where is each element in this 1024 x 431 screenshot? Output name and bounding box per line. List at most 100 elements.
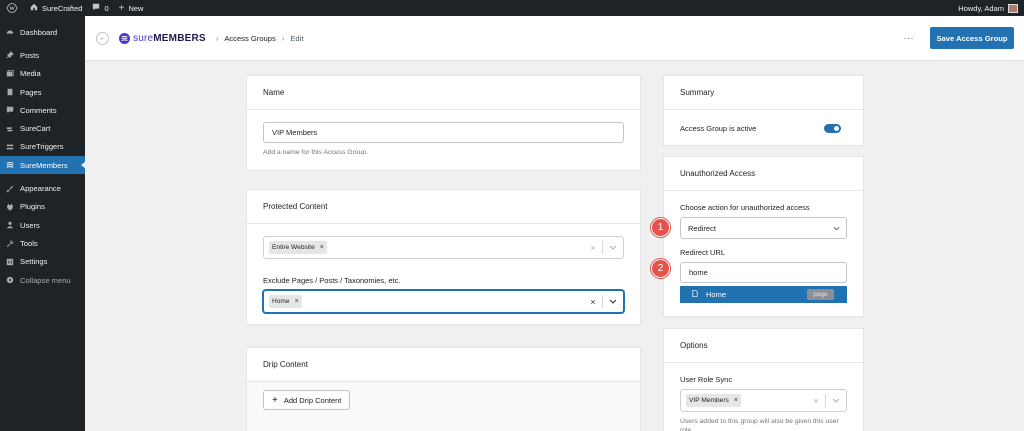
summary-card: Summary Access Group is active [663, 75, 864, 146]
clear-icon[interactable]: × [584, 297, 602, 307]
remove-tag-icon[interactable]: × [734, 397, 738, 404]
options-title: Options [664, 329, 863, 363]
new-content-link[interactable]: + New [119, 3, 144, 14]
role-sync-select[interactable]: VIP Members × × [680, 389, 847, 412]
sidebar-item-users[interactable]: Users [0, 216, 85, 234]
sidebar-item-surecart[interactable]: SureCart [0, 119, 85, 137]
suggestion-label: Home [706, 290, 727, 299]
add-drip-content-label: Add Drip Content [283, 395, 342, 405]
name-help-text: Add a name for this Access Group. [263, 149, 369, 156]
access-group-name-input[interactable]: VIP Members [263, 122, 624, 143]
exclude-tag-label: Home [272, 298, 290, 305]
howdy-text: Howdy, Adam [958, 3, 1004, 13]
admin-bar: W SureCrafted 0 + New Howdy, Adam [0, 0, 1024, 16]
redirect-suggestion-item[interactable]: Home page [680, 286, 847, 303]
suremembers-logo: sureMEMBERS [119, 32, 206, 44]
chevron-down-icon[interactable] [603, 299, 623, 304]
callout-badge: 2 [651, 259, 670, 278]
new-label: New [128, 3, 144, 13]
sidebar-item-suretriggers[interactable]: SureTriggers [0, 138, 85, 156]
role-sync-label: User Role Sync [680, 375, 733, 384]
surecart-icon [6, 125, 14, 133]
add-drip-content-button[interactable]: + Add Drip Content [263, 390, 351, 410]
sidebar-item-label: Users [20, 220, 40, 230]
unauthorized-access-card: Unauthorized Access Choose action for un… [663, 156, 864, 317]
plus-icon: + [118, 2, 125, 14]
clear-icon[interactable]: × [584, 243, 602, 253]
callout-badge: 1 [651, 218, 670, 237]
site-name-link[interactable]: SureCrafted [30, 3, 82, 13]
protected-content-card: Protected Content Entire Website × × Exc… [246, 189, 641, 325]
sidebar-item-label: Posts [20, 50, 39, 60]
comments-link[interactable]: 0 [92, 3, 109, 13]
action-value: Redirect [688, 223, 716, 233]
sidebar-item-appearance[interactable]: Appearance [0, 179, 85, 197]
exclude-label: Exclude Pages / Posts / Taxonomies, etc. [263, 276, 401, 285]
sidebar-item-dashboard[interactable]: Dashboard [0, 23, 85, 41]
sidebar-item-label: SureCart [20, 124, 51, 134]
wordpress-logo-icon[interactable]: W [4, 0, 20, 16]
active-toggle[interactable] [824, 124, 841, 133]
suremembers-logo-icon [119, 32, 130, 44]
exclude-content-select[interactable]: Home × × [263, 290, 624, 313]
account-menu[interactable]: Howdy, Adam [958, 3, 1018, 13]
chevron-down-icon[interactable] [603, 245, 623, 250]
pages-icon [6, 88, 14, 96]
dashboard-icon [6, 28, 14, 36]
sidebar-item-posts[interactable]: Posts [0, 46, 85, 64]
sidebar-item-label: SureTriggers [20, 142, 64, 152]
brush-icon [6, 185, 14, 193]
collapse-menu-button[interactable]: Collapse menu [0, 271, 85, 289]
breadcrumb-current: Edit [290, 33, 304, 43]
pin-icon [6, 51, 14, 59]
settings-icon [6, 258, 14, 266]
sidebar-item-media[interactable]: Media [0, 65, 85, 83]
role-sync-help: Users added to this group will also be g… [680, 418, 839, 431]
sidebar-item-settings[interactable]: Settings [0, 253, 85, 271]
include-content-select[interactable]: Entire Website × × [263, 236, 624, 259]
sidebar-item-plugins[interactable]: Plugins [0, 198, 85, 216]
plugin-icon [6, 203, 14, 211]
sidebar-item-suremembers[interactable]: SureMembers [0, 156, 86, 175]
save-access-group-button[interactable]: Save Access Group [930, 27, 1014, 49]
sidebar-item-label: Appearance [20, 184, 61, 194]
arrow-left-icon: ← [99, 34, 106, 42]
drip-content-card: Drip Content + Add Drip Content [246, 347, 641, 431]
comment-bubble-icon [92, 3, 100, 13]
sidebar-item-comments[interactable]: Comments [0, 101, 85, 119]
sidebar-item-tools[interactable]: Tools [0, 234, 85, 252]
chevron-down-icon[interactable] [826, 398, 846, 403]
avatar [1008, 3, 1018, 13]
clear-icon[interactable]: × [807, 396, 825, 406]
drip-content-title: Drip Content [247, 348, 640, 382]
active-label: Access Group is active [680, 124, 757, 133]
unauthorized-action-select[interactable]: Redirect [680, 217, 847, 239]
remove-tag-icon[interactable]: × [320, 244, 324, 251]
sidebar-item-label: SureMembers [20, 160, 68, 170]
redirect-url-label: Redirect URL [680, 248, 726, 257]
sidebar-item-label: Settings [20, 257, 48, 267]
site-name: SureCrafted [42, 3, 83, 13]
protected-content-title: Protected Content [247, 190, 640, 224]
back-button[interactable]: ← [96, 31, 109, 45]
include-tag-label: Entire Website [272, 244, 315, 251]
plus-icon: + [272, 394, 278, 406]
more-options-icon[interactable]: ··· [904, 33, 915, 43]
role-tag: VIP Members × [686, 394, 741, 407]
suretriggers-icon [6, 143, 14, 151]
action-label: Choose action for unauthorized access [680, 203, 810, 212]
svg-text:W: W [9, 6, 15, 12]
page-header: ← sureMEMBERS › Access Groups › Edit ···… [85, 16, 1024, 61]
redirect-url-input[interactable]: home [680, 262, 847, 283]
summary-title: Summary [664, 76, 863, 110]
breadcrumb-access-groups[interactable]: Access Groups [224, 34, 276, 43]
comment-icon [6, 106, 14, 114]
sidebar-item-label: Pages [20, 87, 42, 97]
sidebar-item-pages[interactable]: Pages [0, 83, 85, 101]
sidebar-item-label: Media [20, 69, 41, 79]
chevron-right-icon: › [215, 33, 219, 43]
sidebar-item-label: Plugins [20, 202, 45, 212]
remove-tag-icon[interactable]: × [295, 298, 299, 305]
collapse-menu-label: Collapse menu [20, 275, 71, 285]
users-icon [6, 221, 14, 229]
